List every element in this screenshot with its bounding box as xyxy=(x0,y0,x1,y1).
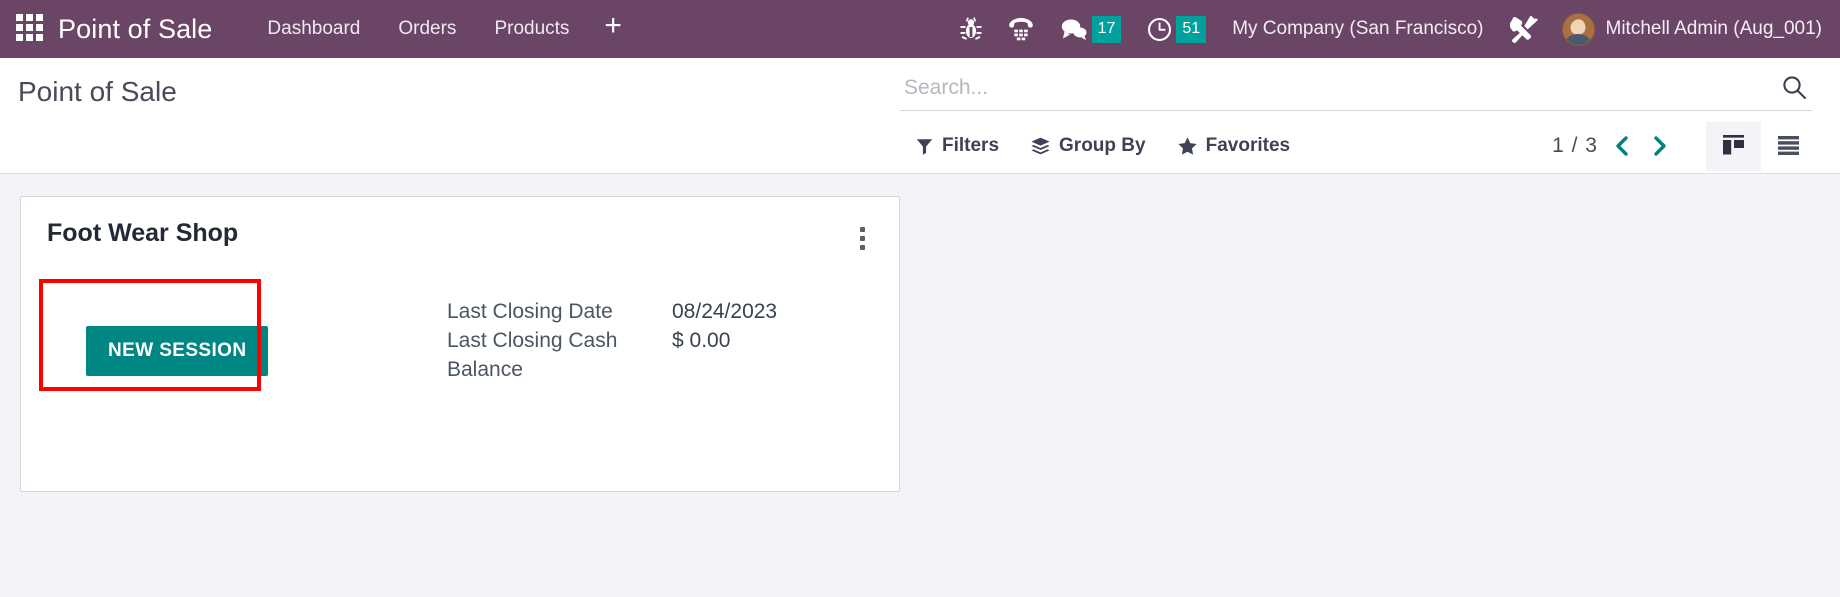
search-icon[interactable] xyxy=(1777,74,1812,101)
card-body: NEW SESSION Last Closing Date 08/24/2023… xyxy=(39,279,873,391)
pager-count: 1 / 3 xyxy=(1552,134,1598,157)
menu-item-products[interactable]: Products xyxy=(475,10,588,48)
add-menu-button[interactable]: + xyxy=(588,9,638,49)
apps-grid-cell xyxy=(16,34,23,41)
apps-grid-cell xyxy=(26,24,33,31)
group-by-button[interactable]: Group By xyxy=(1015,129,1162,163)
activities-clock-icon[interactable]: 51 xyxy=(1147,15,1207,43)
stat-value-last-closing-date: 08/24/2023 xyxy=(672,300,778,323)
stat-value-last-closing-cash-balance: $ 0.00 xyxy=(672,328,731,352)
card-header: Foot Wear Shop xyxy=(47,219,873,256)
system-icons-group: 17 51 xyxy=(960,15,1207,43)
favorites-button[interactable]: Favorites xyxy=(1162,129,1306,163)
bug-icon[interactable] xyxy=(960,17,982,41)
search-dropdown-group: Filters Group By Favorites xyxy=(900,129,1306,163)
apps-grid-cell xyxy=(36,14,43,21)
control-panel-right: 1 / 3 xyxy=(1552,121,1840,171)
list-icon xyxy=(1777,134,1800,159)
page-title: Point of Sale xyxy=(18,76,177,107)
wrench-screwdriver-icon[interactable] xyxy=(1509,15,1538,43)
pager-next-button[interactable] xyxy=(1647,133,1672,159)
search-inner xyxy=(900,74,1812,111)
apps-grid-icon[interactable] xyxy=(16,14,46,44)
messages-icon[interactable]: 17 xyxy=(1060,15,1122,43)
dialpad-phone-icon[interactable] xyxy=(1008,17,1034,41)
layers-icon xyxy=(1031,137,1050,155)
user-name-label: Mitchell Admin (Aug_001) xyxy=(1605,18,1823,39)
pager-previous-button[interactable] xyxy=(1610,133,1635,159)
apps-grid-cell xyxy=(36,24,43,31)
kebab-menu-icon[interactable] xyxy=(852,221,873,256)
avatar xyxy=(1561,12,1595,46)
apps-grid-cell xyxy=(26,14,33,21)
company-selector[interactable]: My Company (San Francisco) xyxy=(1232,18,1483,40)
view-switcher xyxy=(1706,121,1816,171)
search-view xyxy=(900,58,1812,111)
filters-label: Filters xyxy=(942,135,1000,156)
group-by-label: Group By xyxy=(1059,135,1146,156)
list-view-button[interactable] xyxy=(1761,122,1816,171)
new-session-area: NEW SESSION xyxy=(39,279,447,391)
kanban-icon xyxy=(1722,134,1745,159)
filter-funnel-icon xyxy=(916,138,933,155)
star-icon xyxy=(1177,137,1197,155)
menu-item-orders[interactable]: Orders xyxy=(379,10,475,48)
kanban-view-button[interactable] xyxy=(1706,121,1761,171)
new-session-button[interactable]: NEW SESSION xyxy=(86,326,269,376)
top-navbar: Point of Sale Dashboard Orders Products … xyxy=(0,0,1840,58)
stat-label-last-closing-cash-balance: Last Closing Cash Balance xyxy=(447,328,618,381)
kanban-content: Foot Wear Shop NEW SESSION Last Closing … xyxy=(0,174,1840,597)
app-brand-title[interactable]: Point of Sale xyxy=(58,14,212,45)
pager: 1 / 3 xyxy=(1552,133,1672,159)
stat-label-last-closing-date: Last Closing Date xyxy=(447,300,613,323)
favorites-label: Favorites xyxy=(1205,135,1291,156)
control-panel: Point of Sale Filt xyxy=(0,58,1840,174)
user-menu[interactable]: Mitchell Admin (Aug_001) xyxy=(1561,12,1823,46)
kanban-card-pos-config[interactable]: Foot Wear Shop NEW SESSION Last Closing … xyxy=(20,196,900,492)
kebab-dot xyxy=(860,245,865,250)
control-panel-top-row: Point of Sale xyxy=(0,58,1840,118)
card-stats: Last Closing Date 08/24/2023 Last Closin… xyxy=(447,292,873,385)
filters-button[interactable]: Filters xyxy=(900,129,1015,163)
apps-grid-cell xyxy=(36,34,43,41)
search-input[interactable] xyxy=(900,75,1777,100)
menu-item-dashboard[interactable]: Dashboard xyxy=(248,10,379,48)
apps-grid-cell xyxy=(16,14,23,21)
apps-grid-cell xyxy=(26,34,33,41)
apps-grid-cell xyxy=(16,24,23,31)
kebab-dot xyxy=(860,227,865,232)
card-title: Foot Wear Shop xyxy=(47,219,239,247)
messages-badge: 17 xyxy=(1091,15,1122,43)
activities-badge: 51 xyxy=(1176,15,1207,43)
kebab-dot xyxy=(860,236,865,241)
control-panel-bottom-row: Filters Group By Favorites 1 / 3 xyxy=(0,118,1840,174)
main-menu: Dashboard Orders Products + xyxy=(248,9,638,49)
